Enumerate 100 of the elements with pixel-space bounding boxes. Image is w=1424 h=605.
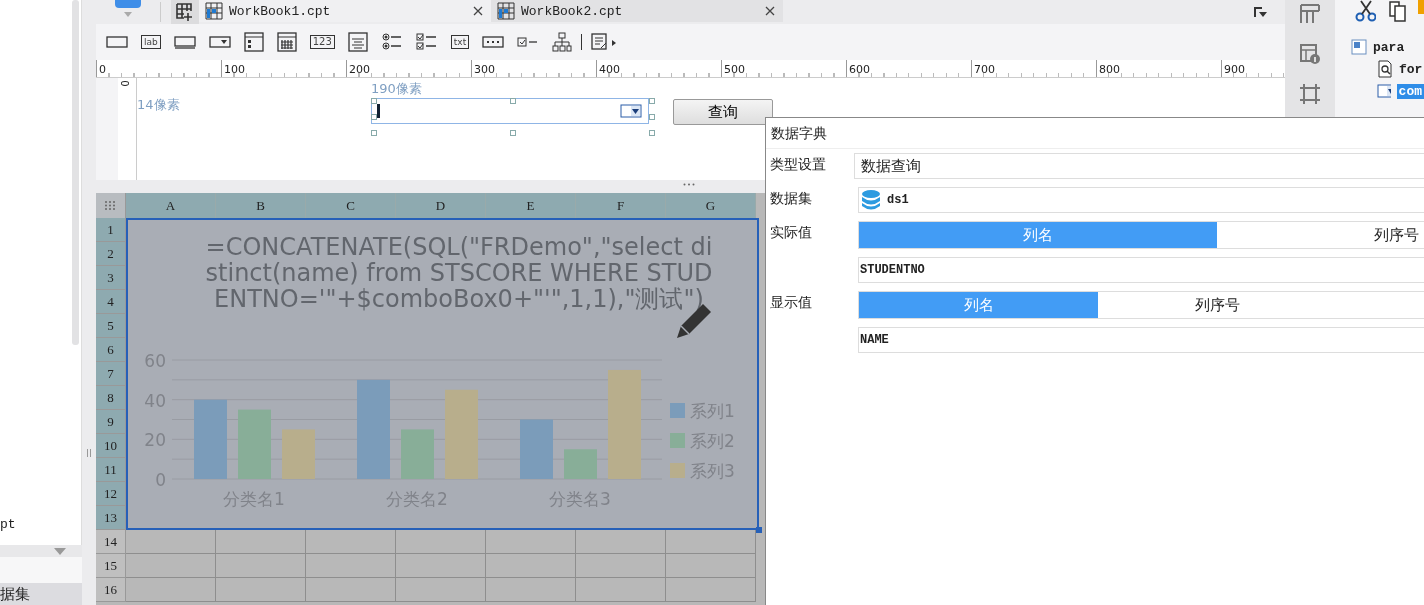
row-header[interactable]: 11 (96, 458, 126, 482)
list-widget-icon[interactable] (243, 32, 264, 52)
more-widgets-icon[interactable] (591, 33, 618, 51)
resize-handle-icon[interactable] (683, 183, 695, 186)
row-header[interactable]: 8 (96, 386, 126, 410)
password-widget-icon[interactable] (482, 35, 505, 49)
column-name-field[interactable]: STUDENTNO (858, 257, 1424, 283)
row-header[interactable]: 9 (96, 410, 126, 434)
row-header[interactable]: 2 (96, 242, 126, 266)
button-widget-icon[interactable] (106, 35, 128, 49)
textbox-widget-icon[interactable] (173, 35, 196, 49)
tab-title: WorkBook2.cpt (521, 3, 624, 19)
column-header[interactable]: C (306, 193, 396, 218)
caret-icon[interactable] (124, 12, 132, 17)
tree-widget-icon[interactable] (552, 32, 573, 52)
tree-node[interactable]: para (1351, 36, 1424, 58)
resize-handle[interactable] (649, 114, 655, 120)
close-icon[interactable] (765, 6, 775, 16)
column-header[interactable]: A (126, 193, 216, 218)
widget-info-icon[interactable] (1299, 43, 1321, 65)
calendar-icon[interactable] (276, 32, 297, 52)
checkbox-group-icon[interactable] (415, 33, 438, 51)
caret-icon[interactable] (54, 547, 66, 555)
copy-icon[interactable] (1387, 0, 1407, 22)
dropdown-menu-icon[interactable] (1253, 6, 1267, 18)
table-cell[interactable] (486, 554, 576, 578)
table-cell[interactable] (396, 578, 486, 602)
row-header[interactable]: 16 (96, 578, 126, 602)
segment-tab[interactable]: 列序号 (1217, 222, 1424, 248)
table-cell[interactable] (216, 554, 306, 578)
table-cell[interactable] (666, 554, 756, 578)
dropdown-icon[interactable] (620, 104, 642, 118)
row-header[interactable]: 5 (96, 314, 126, 338)
row-header[interactable]: 4 (96, 290, 126, 314)
column-header[interactable]: D (396, 193, 486, 218)
row-header[interactable]: 14 (96, 530, 126, 554)
ruler-number: 600 (848, 63, 870, 76)
dropdown-widget-icon[interactable] (208, 35, 231, 49)
table-cell[interactable] (576, 554, 666, 578)
selection-handle[interactable] (756, 527, 762, 533)
column-header[interactable]: G (666, 193, 756, 218)
column-header[interactable]: F (576, 193, 666, 218)
resize-handle[interactable] (371, 98, 377, 104)
column-header[interactable]: E (486, 193, 576, 218)
grid-frame-icon[interactable] (1299, 3, 1321, 25)
splitter-grip-icon[interactable] (87, 448, 91, 457)
table-cell[interactable] (126, 554, 216, 578)
row-header[interactable]: 1 (96, 218, 126, 242)
row-header[interactable]: 13 (96, 506, 126, 530)
select-all-icon[interactable] (96, 193, 126, 218)
frame-icon[interactable] (1299, 83, 1321, 105)
number-widget-icon[interactable]: 123 (309, 35, 335, 49)
row-header[interactable]: 15 (96, 554, 126, 578)
ruler-number: 0 (98, 63, 106, 76)
section-tab[interactable]: 据集 (0, 583, 82, 605)
field-label: 数据集 (770, 189, 813, 208)
segment-tab[interactable]: 列序号 (1098, 292, 1337, 318)
resize-handle[interactable] (510, 130, 516, 136)
query-button[interactable]: 查询 (673, 99, 773, 125)
file-item[interactable]: pt (0, 517, 16, 532)
tree-node[interactable]: com (1351, 80, 1424, 102)
row-header[interactable]: 10 (96, 434, 126, 458)
table-cell[interactable] (126, 578, 216, 602)
table-cell[interactable] (576, 578, 666, 602)
resize-handle[interactable] (649, 130, 655, 136)
table-cell[interactable] (396, 554, 486, 578)
checkbox-widget-icon[interactable] (517, 35, 540, 49)
row-header[interactable]: 12 (96, 482, 126, 506)
dropdown-widget-icon (1377, 84, 1391, 98)
resize-handle[interactable] (649, 98, 655, 104)
radio-group-icon[interactable] (380, 33, 403, 51)
document-tab[interactable]: WorkBook1.cpt (199, 0, 491, 22)
new-sheet-icon[interactable] (171, 0, 199, 24)
tree-node[interactable]: for (1351, 58, 1424, 80)
table-cell[interactable] (486, 578, 576, 602)
close-icon[interactable] (473, 6, 483, 16)
table-cell[interactable] (306, 578, 396, 602)
table-cell[interactable] (216, 578, 306, 602)
resize-handle[interactable] (371, 130, 377, 136)
ruler-number: 500 (723, 63, 745, 76)
row-header[interactable]: 6 (96, 338, 126, 362)
row-header[interactable]: 3 (96, 266, 126, 290)
add-button[interactable] (115, 0, 141, 8)
resize-handle[interactable] (371, 114, 377, 120)
legend-swatch (670, 403, 685, 418)
scissors-icon[interactable] (1355, 0, 1376, 22)
label-widget-icon[interactable]: txt (450, 35, 470, 49)
dataset-field[interactable]: ds1 (858, 187, 1424, 213)
combo-box-field[interactable] (371, 98, 649, 124)
table-cell[interactable] (306, 554, 396, 578)
column-header[interactable]: B (216, 193, 306, 218)
table-cell[interactable] (666, 578, 756, 602)
document-tab[interactable]: WorkBook2.cpt (491, 0, 783, 22)
resize-handle[interactable] (510, 98, 516, 104)
type-select-field[interactable]: 数据查询 (854, 153, 1424, 179)
label-widget-icon[interactable]: lab (141, 35, 161, 49)
row-header[interactable]: 7 (96, 362, 126, 386)
column-name-field[interactable]: NAME (858, 327, 1424, 353)
text-cursor (377, 104, 380, 118)
text-area-icon[interactable] (347, 32, 368, 52)
